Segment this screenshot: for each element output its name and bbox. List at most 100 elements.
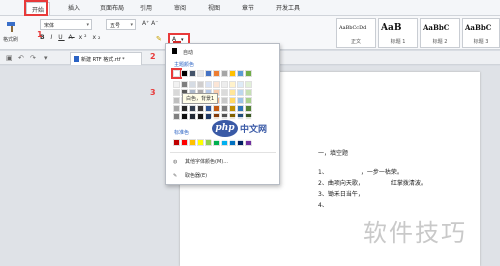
start-tab-highlight	[24, 0, 48, 16]
style-heading-2[interactable]: AaBbC 标题 2	[420, 18, 460, 48]
color-swatch[interactable]	[205, 105, 212, 112]
color-swatch[interactable]	[197, 139, 204, 146]
color-swatch[interactable]	[245, 89, 252, 96]
style-name: 标题 2	[432, 39, 448, 45]
color-swatch[interactable]	[173, 81, 180, 88]
menu-tab-insert[interactable]: 插入	[68, 3, 80, 12]
theme-color-top-row	[171, 68, 252, 79]
highlight-icon[interactable]: ✎	[156, 35, 162, 43]
color-swatch[interactable]	[171, 68, 182, 79]
eyedropper-icon: ✎	[173, 173, 178, 179]
color-swatch[interactable]	[213, 105, 220, 112]
menu-tab-sections[interactable]: 章节	[242, 3, 254, 12]
style-sample: AaBbC	[423, 23, 450, 32]
style-sample: AaB	[381, 23, 402, 33]
superscript-button[interactable]: x²	[79, 34, 89, 41]
save-icon[interactable]: ▣	[6, 54, 13, 62]
subscript-button[interactable]: x₂	[92, 34, 102, 41]
undo-icon[interactable]: ↶	[18, 54, 24, 62]
color-swatch[interactable]	[229, 81, 236, 88]
italic-button[interactable]: I	[51, 34, 55, 41]
menu-tab-review[interactable]: 审阅	[174, 3, 186, 12]
chevron-down-icon: ▾	[86, 22, 89, 28]
divider	[170, 152, 276, 153]
color-swatch[interactable]	[237, 81, 244, 88]
redo-icon[interactable]: ↷	[30, 54, 36, 62]
color-swatch[interactable]	[221, 89, 228, 96]
strikethrough-button[interactable]: A	[69, 34, 75, 41]
callout-3: 3	[150, 88, 156, 97]
tab-document-title: 新建 RTF 格式.rtf *	[81, 57, 125, 63]
style-name: 标题 3	[473, 39, 489, 45]
color-swatch[interactable]	[181, 70, 188, 77]
color-swatch[interactable]	[197, 81, 204, 88]
color-swatch[interactable]	[245, 81, 252, 88]
menu-tab-page-layout[interactable]: 页面布局	[100, 3, 124, 12]
more-colors-option[interactable]: ◍ 其他字体颜色(M)...	[173, 158, 228, 165]
color-swatch[interactable]	[173, 89, 180, 96]
color-swatch[interactable]	[229, 97, 236, 104]
color-swatch[interactable]	[173, 105, 180, 112]
font-color-dropdown: 自动 主题颜色 标准色 ◍ 其他字体颜色(M)... ✎ 取色器(E)	[165, 43, 280, 185]
color-swatch[interactable]	[229, 70, 236, 77]
color-swatch[interactable]	[237, 70, 244, 77]
color-swatch[interactable]	[205, 70, 212, 77]
grow-font-icon[interactable]: A⁺ A⁻	[142, 20, 158, 27]
menu-tab-references[interactable]: 引用	[140, 3, 152, 12]
color-swatch[interactable]	[213, 81, 220, 88]
menu-tab-view[interactable]: 视图	[208, 3, 220, 12]
doc-line[interactable]: 2、曲项向天歌， 红掌拨清波。	[318, 178, 427, 187]
color-swatch[interactable]	[245, 97, 252, 104]
color-swatch[interactable]	[181, 139, 188, 146]
color-swatch[interactable]	[213, 70, 220, 77]
color-swatch[interactable]	[221, 97, 228, 104]
format-painter-label[interactable]: 格式刷	[3, 36, 18, 43]
color-swatch[interactable]	[245, 70, 252, 77]
color-swatch[interactable]	[221, 105, 228, 112]
underline-button[interactable]: U	[58, 34, 64, 41]
color-swatch[interactable]	[237, 89, 244, 96]
doc-line[interactable]: 4、	[318, 200, 328, 209]
style-sample: AaBbC	[465, 23, 492, 32]
eyedropper-option[interactable]: ✎ 取色器(E)	[173, 172, 207, 179]
color-swatch[interactable]	[221, 81, 228, 88]
style-heading-3[interactable]: AaBbC 标题 3	[462, 18, 500, 48]
color-swatch[interactable]	[237, 97, 244, 104]
color-swatch[interactable]	[181, 105, 188, 112]
color-swatch[interactable]	[181, 113, 188, 120]
font-size-select[interactable]: 五号 ▾	[106, 19, 136, 30]
doc-line[interactable]: 1、 ，一步一枯荣。	[318, 167, 403, 176]
more-colors-label: 其他字体颜色(M)...	[185, 159, 228, 165]
color-swatch[interactable]	[205, 81, 212, 88]
color-swatch[interactable]	[189, 113, 196, 120]
tab-document[interactable]: 新建 RTF 格式.rtf *	[70, 52, 142, 65]
doc-line[interactable]: 3、锄禾日当午，	[318, 189, 364, 198]
color-swatch[interactable]	[173, 97, 180, 104]
color-swatch[interactable]	[229, 89, 236, 96]
auto-color-label: 自动	[183, 50, 194, 56]
color-swatch[interactable]	[197, 70, 204, 77]
color-swatch[interactable]	[197, 105, 204, 112]
color-swatch[interactable]	[181, 81, 188, 88]
style-normal[interactable]: AaBbCcDd 正文	[336, 18, 376, 48]
color-swatch[interactable]	[221, 70, 228, 77]
doc-heading[interactable]: 一，填空题	[318, 148, 348, 157]
menu-tab-developer[interactable]: 开发工具	[276, 3, 300, 12]
color-swatch[interactable]	[173, 139, 180, 146]
format-painter-icon[interactable]	[6, 21, 18, 33]
callout-2: 2	[150, 52, 156, 61]
color-swatch[interactable]	[189, 70, 196, 77]
color-swatch[interactable]	[189, 139, 196, 146]
standard-colors-label: 标准色	[174, 130, 190, 136]
font-name-select[interactable]: 宋体 ▾	[40, 19, 92, 30]
color-swatch[interactable]	[237, 105, 244, 112]
style-heading-1[interactable]: AaB 标题 1	[378, 18, 418, 48]
color-swatch[interactable]	[245, 105, 252, 112]
color-swatch[interactable]	[173, 113, 180, 120]
color-swatch[interactable]	[189, 105, 196, 112]
color-swatch[interactable]	[189, 81, 196, 88]
color-swatch[interactable]	[197, 113, 204, 120]
color-swatch[interactable]	[229, 105, 236, 112]
format-buttons: B I U A x² x₂	[40, 34, 102, 41]
chevron-down-icon[interactable]: ▾	[44, 54, 48, 62]
